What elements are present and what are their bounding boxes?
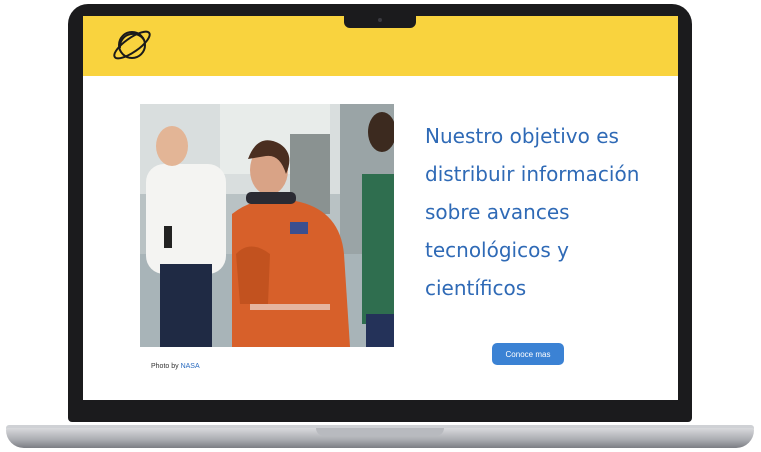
laptop-screen: Photo by NASA Nuestro objetivo es distri… — [83, 16, 678, 400]
camera-icon — [378, 18, 382, 22]
laptop-chin — [83, 400, 678, 410]
photo-credit-link[interactable]: NASA — [181, 363, 200, 370]
laptop-base-notch — [316, 428, 444, 436]
planet-icon[interactable] — [109, 20, 155, 66]
photo-credit-prefix: Photo by — [151, 363, 181, 370]
camera-notch — [344, 15, 416, 28]
photo-credit: Photo by NASA — [151, 363, 200, 370]
hero-photo — [140, 104, 394, 347]
conoce-mas-button[interactable]: Conoce mas — [492, 343, 564, 365]
hero-headline: Nuestro objetivo es distribuir informaci… — [425, 124, 640, 300]
